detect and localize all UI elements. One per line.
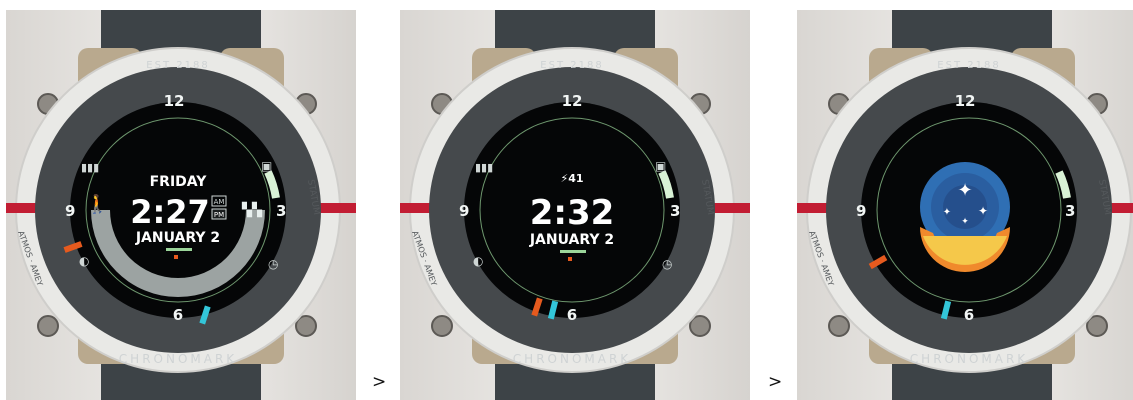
watch-photo-1: ▮▮▮ ▣ 🚶 ▚▚ ◷ ◐ EST 2188 CHRONOMARK STATU… <box>6 10 356 400</box>
watch-photo-2: ▮▮▮ ▣ ◷ ◐ EST 2188 CHRONOMARK STATUM ATM… <box>400 10 750 400</box>
time-text: 2:32 <box>530 193 615 233</box>
brand-bottom-text: CHRONOMARK <box>119 352 237 366</box>
brand-top-text: EST 2188 <box>540 60 603 71</box>
dial-9: 9 <box>459 202 469 220</box>
bar-chart-icon: ▮▮▮ <box>475 161 493 174</box>
message-icon: ▣ <box>655 159 666 173</box>
message-icon: ▣ <box>261 159 272 173</box>
brand-top-text: EST 2188 <box>937 60 1000 71</box>
watch-illustration: ▮▮▮ ▣ 🚶 ▚▚ ◷ ◐ EST 2188 CHRONOMARK STATU… <box>6 10 356 400</box>
dial-9: 9 <box>65 202 75 220</box>
time-text: 2:27 <box>130 193 210 231</box>
date-text: JANUARY 2 <box>529 232 614 248</box>
flag-dot <box>174 255 178 259</box>
screw-icon <box>828 315 850 337</box>
screw-icon <box>37 315 59 337</box>
separator-arrow: > <box>768 372 783 392</box>
dial-6: 6 <box>173 306 183 324</box>
red-stripe-right <box>712 203 750 213</box>
red-stripe-right <box>318 203 356 213</box>
svg-text:✦: ✦ <box>943 207 951 218</box>
dial-3: 3 <box>1065 202 1075 220</box>
starfield-logo-icon: ✦ ✦ ✦ ✦ <box>920 162 1010 272</box>
am-text: AM <box>214 198 225 206</box>
bar-chart-icon: ▮▮▮ <box>81 161 99 174</box>
watch-illustration: ✦ ✦ ✦ ✦ EST 2188 CHRONOMARK STATUM ATMOS… <box>797 10 1133 400</box>
red-stripe-left <box>6 203 36 213</box>
dial-9: 9 <box>856 202 866 220</box>
clock-icon: ◷ <box>268 257 279 271</box>
svg-text:✦: ✦ <box>978 204 988 218</box>
watch-photo-3: ✦ ✦ ✦ ✦ EST 2188 CHRONOMARK STATUM ATMOS… <box>797 10 1133 400</box>
svg-text:✦: ✦ <box>961 217 969 227</box>
checkered-flag-icon: ▚▚ <box>241 201 263 218</box>
dial-3: 3 <box>276 202 286 220</box>
dial-6: 6 <box>964 306 974 324</box>
svg-text:✦: ✦ <box>957 180 972 201</box>
dial-3: 3 <box>670 202 680 220</box>
screw-icon <box>431 315 453 337</box>
moon-icon: ◐ <box>473 254 483 268</box>
separator-arrow: > <box>372 372 387 392</box>
red-stripe-left <box>400 203 430 213</box>
brand-bottom-text: CHRONOMARK <box>910 352 1028 366</box>
walking-person-icon: 🚶 <box>86 193 108 215</box>
brand-top-text: EST 2188 <box>146 60 209 71</box>
clock-icon: ◷ <box>662 257 673 271</box>
red-stripe-left <box>797 203 827 213</box>
dial-12: 12 <box>164 92 185 110</box>
moon-icon: ◐ <box>79 254 89 268</box>
flag-dot <box>568 257 572 261</box>
watch-illustration: ▮▮▮ ▣ ◷ ◐ EST 2188 CHRONOMARK STATUM ATM… <box>400 10 750 400</box>
date-underline <box>560 250 586 253</box>
day-text: FRIDAY <box>150 174 208 190</box>
dial-12: 12 <box>562 92 583 110</box>
date-text: JANUARY 2 <box>135 230 220 246</box>
dial-6: 6 <box>567 306 577 324</box>
date-underline <box>166 248 192 251</box>
battery-status: ⚡41 <box>560 172 583 185</box>
pm-text: PM <box>214 211 224 219</box>
dial-12: 12 <box>955 92 976 110</box>
brand-bottom-text: CHRONOMARK <box>513 352 631 366</box>
